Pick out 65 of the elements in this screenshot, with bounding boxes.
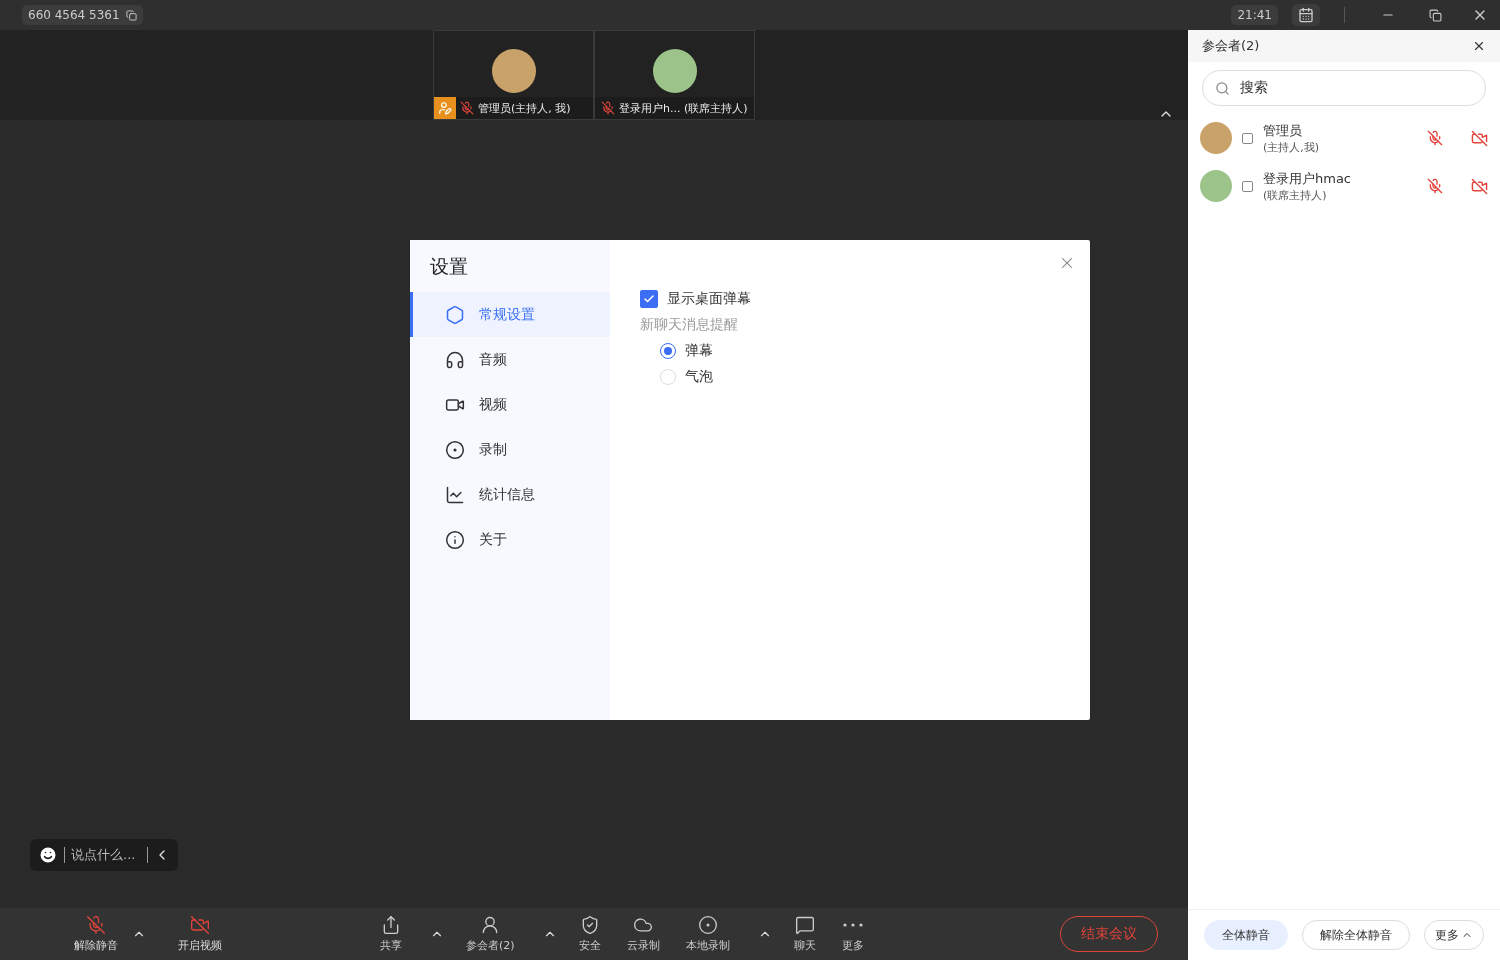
mic-off-icon[interactable] [1427, 178, 1443, 194]
video-off-icon[interactable] [1471, 177, 1488, 195]
settings-nav-item[interactable]: 音频 [410, 337, 610, 382]
hexagon-icon [445, 304, 465, 325]
toolbar-button[interactable]: 开启视频 [174, 915, 226, 953]
participant-name: 管理员 [1263, 121, 1303, 140]
settings-nav-item[interactable]: 统计信息 [410, 472, 610, 517]
participant-name: 管理员(主持人, 我) [478, 100, 571, 116]
mic-off-icon[interactable] [1427, 130, 1443, 146]
checkbox[interactable] [1242, 132, 1253, 144]
close-icon[interactable] [1472, 39, 1486, 53]
toolbar-button[interactable]: 聊天 [789, 915, 820, 953]
panel-button[interactable]: 更多 [1424, 920, 1484, 950]
panel-button[interactable]: 全体静音 [1204, 920, 1288, 950]
toolbar-button[interactable]: 参会者(2) [462, 915, 519, 953]
participant-row[interactable]: 登录用户hmac (联席主持人) [1188, 162, 1500, 210]
check-icon [643, 293, 655, 305]
panel-title: 参会者(2) [1202, 37, 1260, 55]
cloud-icon [633, 915, 654, 935]
photo-placeholder [1200, 122, 1232, 154]
restore-icon[interactable] [1429, 8, 1442, 22]
toolbar-button[interactable]: 解除静音 [70, 915, 122, 953]
settings-nav-item[interactable]: 关于 [410, 517, 610, 562]
participant-name: 登录用户hmac [1263, 169, 1353, 188]
dialog-title: 设置 [429, 254, 469, 279]
calendar-icon [1298, 7, 1314, 23]
record-icon [445, 439, 465, 460]
meeting-id: 660 4564 5361 [22, 5, 143, 25]
toolbar-button[interactable]: 更多 [837, 915, 868, 953]
participant-row[interactable]: 管理员 (主持人,我) [1188, 114, 1500, 162]
toolbar-button[interactable]: 安全 [574, 915, 605, 953]
photo-placeholder [652, 49, 697, 93]
participant-role: (联席主持人) [1263, 187, 1328, 203]
mic-off-icon [86, 915, 106, 935]
section-label: 新聊天消息提醒 [640, 316, 739, 334]
photo-placeholder [1200, 170, 1232, 202]
share-icon [381, 915, 401, 935]
video-off-icon [190, 915, 210, 935]
chat-icon [794, 915, 815, 935]
record-icon [697, 915, 718, 935]
chat-input[interactable]: 说点什么... [30, 839, 179, 871]
settings-nav-item[interactable]: 录制 [410, 427, 610, 472]
toolbar-button[interactable]: 云录制 [622, 915, 664, 953]
participant-role: (主持人,我) [1263, 139, 1321, 155]
copy-icon[interactable] [125, 9, 137, 21]
video-off-icon[interactable] [1471, 129, 1488, 147]
settings-nav-item[interactable]: 常规设置 [410, 292, 610, 337]
clock: 21:41 [1231, 5, 1278, 25]
more-icon [842, 923, 863, 927]
panel-button[interactable]: 解除全体静音 [1302, 920, 1410, 950]
radio-option[interactable]: 气泡 [660, 368, 1060, 386]
chart-icon [445, 484, 465, 505]
headphones-icon [445, 349, 465, 370]
toolbar-button[interactable]: 本地录制 [681, 915, 734, 953]
smiley-icon[interactable] [38, 845, 58, 865]
checkbox[interactable] [1242, 180, 1253, 192]
calendar-button[interactable] [1292, 4, 1320, 26]
barrage-checkbox[interactable]: 显示桌面弹幕 [640, 290, 1060, 308]
toolbar-button[interactable]: 共享 [376, 915, 406, 953]
radio-option[interactable]: 弹幕 [660, 342, 1060, 360]
photo-placeholder [491, 49, 536, 93]
settings-nav-item[interactable]: 视频 [410, 382, 610, 427]
participant-name: 登录用户h... (联席主持人) [619, 100, 748, 116]
info-icon [445, 529, 465, 550]
search-icon [1215, 80, 1230, 96]
